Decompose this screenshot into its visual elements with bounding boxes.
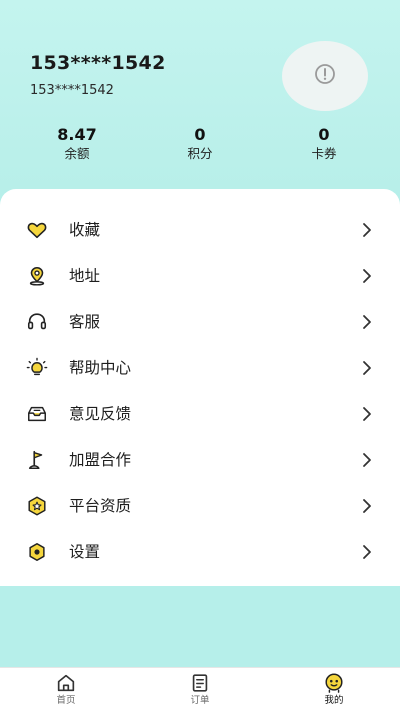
tab-profile[interactable]: 我的 [304, 672, 364, 710]
feedback-inbox-icon [26, 403, 48, 425]
user-name: 153****1542 [30, 52, 166, 74]
stats-row: 8.47 余额 0 积分 0 卡券 [0, 125, 400, 165]
chevron-right-icon [360, 360, 374, 376]
chevron-right-icon [360, 268, 374, 284]
tab-orders[interactable]: 订单 [170, 672, 230, 710]
tab-home[interactable]: 首页 [36, 672, 96, 710]
menu-item-help-center[interactable]: 帮助中心 [0, 345, 400, 391]
chevron-right-icon [360, 222, 374, 238]
star-badge-icon [26, 495, 48, 517]
flag-icon [26, 449, 48, 471]
menu-item-label: 收藏 [69, 221, 101, 239]
menu-item-feedback[interactable]: 意见反馈 [0, 391, 400, 437]
stat-coupons[interactable]: 0 卡券 [274, 125, 374, 162]
stat-label: 余额 [64, 146, 90, 161]
chevron-right-icon [360, 498, 374, 514]
menu-item-customer-service[interactable]: 客服 [0, 299, 400, 345]
chevron-right-icon [360, 314, 374, 330]
menu-item-label: 加盟合作 [69, 451, 132, 469]
profile-face-icon [304, 672, 364, 694]
menu-card: 收藏 地址 客服 帮助中心 意见反馈 加盟合作 平台资质 设置 [0, 189, 400, 586]
menu-item-label: 平台资质 [69, 497, 132, 515]
menu-item-label: 意见反馈 [69, 405, 132, 423]
stat-value: 8.47 [57, 125, 97, 144]
order-list-icon [170, 672, 230, 694]
chevron-right-icon [360, 452, 374, 468]
settings-hex-icon [26, 541, 48, 563]
stat-value: 0 [318, 125, 330, 144]
bottom-tab-bar: 首页 订单 我的 [0, 667, 400, 711]
menu-item-settings[interactable]: 设置 [0, 529, 400, 575]
menu-item-label: 客服 [69, 313, 101, 331]
profile-header: 153****1542 153****1542 8.47 余额 0 积分 0 卡… [0, 0, 400, 190]
menu-item-label: 设置 [69, 543, 101, 561]
stat-value: 0 [194, 125, 206, 144]
user-phone: 153****1542 [30, 83, 114, 98]
stat-points[interactable]: 0 积分 [150, 125, 250, 162]
stat-label: 积分 [187, 146, 213, 161]
chevron-right-icon [360, 406, 374, 422]
menu-item-franchise[interactable]: 加盟合作 [0, 437, 400, 483]
menu-item-address[interactable]: 地址 [0, 253, 400, 299]
stat-balance[interactable]: 8.47 余额 [27, 125, 127, 162]
lightbulb-icon [26, 357, 48, 379]
menu-item-qualification[interactable]: 平台资质 [0, 483, 400, 529]
headset-icon [26, 311, 48, 333]
avatar[interactable] [282, 41, 368, 111]
menu-item-label: 帮助中心 [69, 359, 132, 377]
tab-label: 我的 [324, 695, 344, 706]
chevron-right-icon [360, 544, 374, 560]
menu-item-label: 地址 [69, 267, 101, 285]
heart-icon [26, 219, 48, 241]
tab-label: 订单 [190, 695, 210, 706]
alert-circle-icon [313, 62, 337, 90]
stat-label: 卡券 [311, 146, 337, 161]
tab-label: 首页 [56, 695, 76, 706]
location-pin-icon [26, 265, 48, 287]
menu-item-favorites[interactable]: 收藏 [0, 207, 400, 253]
home-icon [36, 672, 96, 694]
